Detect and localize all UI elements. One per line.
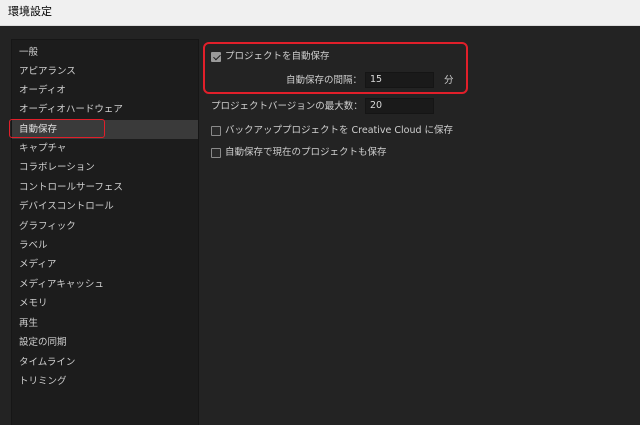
interval-label: 自動保存の間隔： bbox=[286, 75, 363, 86]
sidebar-item-auto-save[interactable]: 自動保存 bbox=[12, 120, 198, 139]
sidebar-item-audio[interactable]: オーディオ bbox=[12, 81, 198, 100]
sidebar-item-playback[interactable]: 再生 bbox=[12, 314, 198, 333]
save-current-checkbox[interactable] bbox=[211, 148, 221, 158]
max-versions-input[interactable]: 20 bbox=[365, 98, 434, 114]
window-title: 環境設定 bbox=[8, 5, 52, 18]
interval-unit: 分 bbox=[444, 75, 454, 86]
interval-input[interactable]: 15 bbox=[365, 72, 434, 88]
max-versions-label: プロジェクトバージョンの最大数： bbox=[211, 101, 363, 112]
sidebar-item-collaboration[interactable]: コラボレーション bbox=[12, 158, 198, 177]
auto-save-label: プロジェクトを自動保存 bbox=[225, 51, 330, 62]
sidebar-item-sync-settings[interactable]: 設定の同期 bbox=[12, 333, 198, 352]
sidebar-item-appearance[interactable]: アピアランス bbox=[12, 62, 198, 81]
sidebar-item-control-surface[interactable]: コントロールサーフェス bbox=[12, 178, 198, 197]
sidebar-item-timeline[interactable]: タイムライン bbox=[12, 353, 198, 372]
sidebar-item-general[interactable]: 一般 bbox=[12, 43, 198, 62]
sidebar-item-media[interactable]: メディア bbox=[12, 255, 198, 274]
sidebar-item-audio-hardware[interactable]: オーディオハードウェア bbox=[12, 100, 198, 119]
backup-cc-label: バックアッププロジェクトを Creative Cloud に保存 bbox=[225, 125, 454, 136]
sidebar-item-capture[interactable]: キャプチャ bbox=[12, 139, 198, 158]
preferences-sidebar: 一般 アピアランス オーディオ オーディオハードウェア 自動保存 キャプチャ コ… bbox=[11, 39, 199, 425]
sidebar-item-memory[interactable]: メモリ bbox=[12, 294, 198, 313]
sidebar-item-device-control[interactable]: デバイスコントロール bbox=[12, 197, 198, 216]
preferences-window: 環境設定 一般 アピアランス オーディオ オーディオハードウェア 自動保存 キャ… bbox=[0, 0, 640, 425]
auto-save-checkbox[interactable] bbox=[211, 52, 221, 62]
sidebar-item-labels[interactable]: ラベル bbox=[12, 236, 198, 255]
title-bar: 環境設定 bbox=[0, 0, 640, 26]
backup-cc-checkbox[interactable] bbox=[211, 126, 221, 136]
sidebar-item-graphics[interactable]: グラフィック bbox=[12, 217, 198, 236]
sidebar-item-trim[interactable]: トリミング bbox=[12, 372, 198, 391]
sidebar-item-media-cache[interactable]: メディアキャッシュ bbox=[12, 275, 198, 294]
save-current-label: 自動保存で現在のプロジェクトも保存 bbox=[225, 147, 387, 158]
